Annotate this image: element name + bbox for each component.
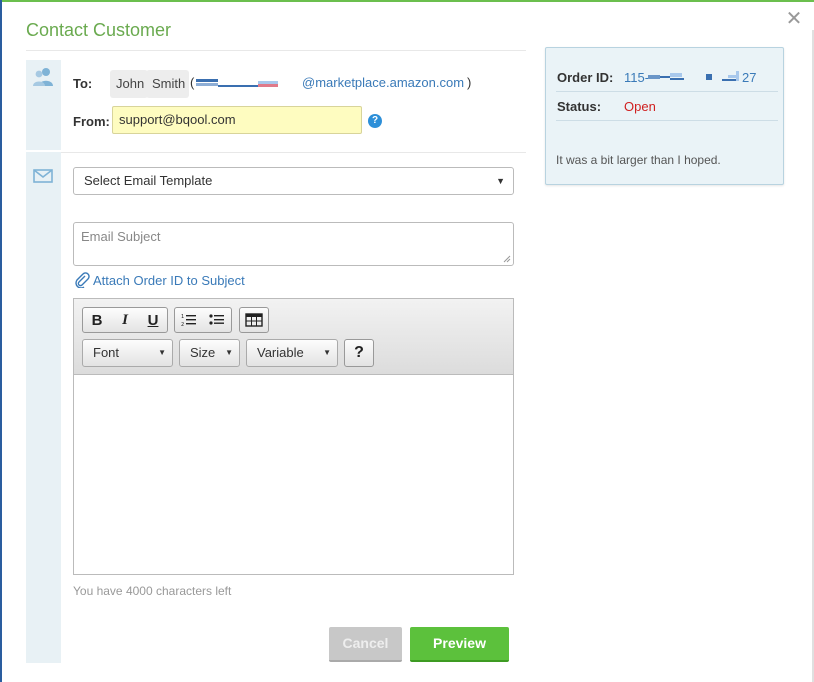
attach-order-id-label: Attach Order ID to Subject <box>93 273 245 288</box>
svg-text:1: 1 <box>181 314 184 320</box>
attach-order-id-link[interactable]: Attach Order ID to Subject <box>74 272 245 288</box>
preview-button[interactable]: Preview <box>410 627 509 662</box>
table-button-group <box>239 307 269 333</box>
underline-button[interactable]: U <box>139 308 167 332</box>
recipient-first-name: John <box>110 70 148 98</box>
status-label: Status: <box>557 99 602 114</box>
title-divider <box>26 50 526 51</box>
rich-text-editor: B I U 1 2 Font ▼ Size ▼ Variable ▼ ? <box>73 298 514 575</box>
redacted-email-icon <box>196 79 278 87</box>
recipient-last-name: Smith <box>146 70 189 98</box>
size-dropdown-label: Size <box>190 345 216 360</box>
order-id-suffix[interactable]: 27 <box>742 70 756 85</box>
envelope-icon <box>33 169 53 183</box>
format-button-group: B I U <box>82 307 168 333</box>
email-subject-input[interactable]: Email Subject <box>73 222 514 266</box>
left-accent-bar <box>0 0 2 682</box>
to-label: To: <box>73 76 93 91</box>
email-body-editor[interactable] <box>74 375 513 574</box>
resize-grip-icon[interactable] <box>503 255 511 263</box>
chevron-down-icon: ▼ <box>323 348 331 357</box>
font-dropdown-label: Font <box>93 345 120 360</box>
chevron-down-icon: ▼ <box>225 348 233 357</box>
svg-text:2: 2 <box>181 322 184 327</box>
section-divider <box>61 152 526 153</box>
ordered-list-button[interactable]: 1 2 <box>175 308 203 332</box>
characters-left: You have 4000 characters left <box>73 584 232 598</box>
redacted-order-id-icon <box>648 71 739 81</box>
status-row-divider <box>556 120 778 121</box>
font-dropdown[interactable]: Font ▼ <box>82 339 173 367</box>
email-template-select-label: Select Email Template <box>84 173 213 188</box>
paren-open: ( <box>190 75 195 90</box>
users-icon <box>33 68 53 86</box>
bullet-list-button[interactable] <box>203 308 231 332</box>
order-row-divider <box>556 91 778 92</box>
size-dropdown[interactable]: Size ▼ <box>179 339 240 367</box>
email-domain: @marketplace.amazon.com <box>302 75 465 90</box>
bullet-list-icon <box>209 314 224 325</box>
table-icon <box>245 313 263 327</box>
editor-help-button[interactable]: ? <box>344 339 374 367</box>
list-button-group: 1 2 <box>174 307 232 333</box>
dialog-title: Contact Customer <box>26 20 172 40</box>
side-strip-separator <box>26 150 61 152</box>
bold-button[interactable]: B <box>83 308 111 332</box>
paren-close: ) <box>467 75 472 90</box>
insert-table-button[interactable] <box>240 308 268 332</box>
from-label: From: <box>73 114 110 129</box>
paperclip-icon <box>75 272 90 288</box>
status-badge: Open <box>624 99 656 114</box>
order-id-label: Order ID: <box>557 70 614 85</box>
from-field[interactable]: support@bqool.com <box>112 106 362 134</box>
cancel-button[interactable]: Cancel <box>329 627 402 662</box>
email-subject-placeholder: Email Subject <box>81 229 161 244</box>
close-icon[interactable]: ✕ <box>783 8 805 30</box>
question-icon[interactable]: ? <box>368 114 382 128</box>
italic-button[interactable]: I <box>111 308 139 332</box>
order-id-prefix[interactable]: 115- <box>624 70 649 85</box>
editor-toolbar: B I U 1 2 Font ▼ Size ▼ Variable ▼ ? <box>74 299 513 375</box>
order-info-panel: Order ID: 115- 27 Status: Open It was a … <box>545 47 784 185</box>
top-accent-bar <box>0 0 814 2</box>
variable-dropdown-label: Variable <box>257 345 304 360</box>
ordered-list-icon: 1 2 <box>181 314 196 327</box>
chevron-down-icon: ▼ <box>496 176 505 186</box>
variable-dropdown[interactable]: Variable ▼ <box>246 339 338 367</box>
customer-message: It was a bit larger than I hoped. <box>556 153 721 167</box>
email-template-select[interactable]: Select Email Template ▼ <box>73 167 514 195</box>
chevron-down-icon: ▼ <box>158 348 166 357</box>
